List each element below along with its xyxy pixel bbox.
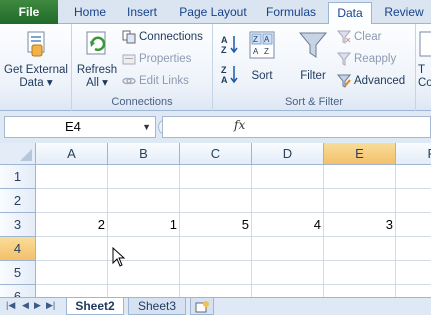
sort-filter-group-label: Sort & Filter — [284, 96, 344, 108]
properties-icon — [122, 52, 136, 66]
edit-links-label: Edit Links — [139, 75, 189, 87]
tab-data[interactable]: Data — [328, 2, 372, 25]
sheet-tab-sheet3[interactable]: Sheet3 — [128, 298, 186, 315]
row-header-5[interactable]: 5 — [0, 261, 36, 285]
filter-button[interactable]: Filter — [293, 30, 333, 83]
tab-insert[interactable]: Insert — [118, 2, 166, 24]
tab-home[interactable]: Home — [66, 2, 114, 24]
next-sheet-icon[interactable]: ▶ — [34, 300, 41, 311]
svg-text:A: A — [221, 75, 228, 84]
filter-funnel-icon — [298, 32, 328, 58]
properties-label: Properties — [139, 53, 192, 65]
svg-text:A: A — [221, 35, 228, 45]
formula-bar: E4 ▼ fx — [0, 111, 431, 143]
ribbon: Get External Data ▾ Refresh All ▾ Connec… — [0, 24, 431, 111]
reapply-label: Reapply — [354, 53, 397, 65]
cell-c3[interactable]: 5 — [180, 213, 252, 237]
column-header-a[interactable]: A — [36, 143, 108, 165]
row-header-1[interactable]: 1 — [0, 165, 36, 189]
advanced-filter-icon — [336, 74, 352, 88]
svg-text:A: A — [253, 47, 259, 56]
svg-text:Z: Z — [221, 65, 227, 75]
svg-text:Z: Z — [253, 35, 258, 44]
text-to-columns-label1: T — [418, 64, 426, 76]
properties-button[interactable]: Properties — [122, 50, 191, 68]
sheet-tab-bar: |◀ ◀ ▶ ▶| Sheet2 Sheet3 — [0, 297, 431, 315]
row-header-2[interactable]: 2 — [0, 189, 36, 213]
column-header-e[interactable]: E — [324, 143, 396, 165]
sort-label: Sort — [251, 70, 273, 82]
column-header-c[interactable]: C — [180, 143, 252, 165]
insert-function-icon[interactable]: fx — [234, 118, 245, 132]
cell-e3[interactable]: 3 — [324, 213, 396, 237]
filter-label: Filter — [300, 70, 326, 82]
connections-group-label: Connections — [111, 96, 173, 108]
svg-text:Z: Z — [221, 45, 227, 54]
link-icon — [122, 74, 136, 88]
connections-label: Connections — [139, 31, 203, 43]
name-box[interactable]: E4 ▼ — [4, 116, 156, 138]
last-sheet-icon[interactable]: ▶| — [46, 300, 55, 311]
sort-filter-group: A Z Z A Z A A Z Sort Filter Clear Reappl… — [213, 24, 416, 111]
select-all-corner[interactable] — [0, 143, 36, 165]
name-box-value: E4 — [65, 119, 81, 134]
name-box-dropdown-icon[interactable]: ▼ — [142, 117, 151, 137]
clear-button[interactable]: Clear — [336, 28, 382, 46]
connections-group: Refresh All ▾ Connections Properties Edi… — [72, 24, 213, 111]
row-header-3[interactable]: 3 — [0, 213, 36, 237]
text-to-columns-label2: Co — [418, 77, 431, 89]
text-to-columns-button[interactable]: T Co — [418, 30, 431, 90]
text-to-columns-icon — [419, 31, 431, 57]
connections-button[interactable]: Connections — [122, 28, 203, 46]
edit-links-button[interactable]: Edit Links — [122, 72, 189, 90]
insert-sheet-icon — [195, 301, 209, 313]
svg-text:A: A — [264, 35, 270, 44]
get-external-data-label1: Get External — [4, 64, 68, 76]
sort-dialog-icon: Z A A Z — [249, 31, 275, 59]
sort-z-to-a-icon: Z A — [221, 65, 238, 85]
tab-review[interactable]: Review — [378, 2, 430, 24]
get-external-data-label2: Data ▾ — [19, 77, 53, 89]
external-data-icon — [27, 31, 45, 57]
sort-ascending-button[interactable]: A Z — [221, 34, 239, 57]
clear-label: Clear — [354, 31, 382, 43]
cell-d3[interactable]: 4 — [252, 213, 324, 237]
connections-icon — [122, 30, 136, 44]
refresh-icon — [86, 31, 106, 55]
sort-descending-button[interactable]: Z A — [221, 64, 239, 87]
insert-sheet-button[interactable] — [190, 298, 214, 315]
get-external-data-button[interactable]: Get External Data ▾ — [2, 30, 70, 90]
cell-b3[interactable]: 1 — [108, 213, 180, 237]
column-header-f[interactable]: F — [396, 143, 431, 165]
mouse-cursor-icon — [112, 247, 126, 267]
svg-text:Z: Z — [264, 47, 269, 56]
prev-sheet-icon[interactable]: ◀ — [22, 300, 29, 311]
sort-button[interactable]: Z A A Z Sort — [245, 30, 279, 83]
refresh-label2: All ▾ — [86, 77, 108, 89]
cell-a3[interactable]: 2 — [36, 213, 108, 237]
sort-a-to-z-icon: A Z — [221, 35, 238, 55]
reapply-button[interactable]: Reapply — [336, 50, 397, 68]
get-external-data-group: Get External Data ▾ — [0, 24, 72, 111]
row-header-4[interactable]: 4 — [0, 237, 36, 261]
row-header-6[interactable]: 6 — [0, 285, 36, 297]
refresh-all-button[interactable]: Refresh All ▾ — [76, 30, 118, 90]
tab-formulas[interactable]: Formulas — [260, 2, 322, 24]
reapply-icon — [336, 52, 352, 66]
tab-file[interactable]: File — [0, 0, 58, 24]
worksheet-grid[interactable]: A B C D E F 1 2 3 4 5 6 2 1 5 4 3 — [0, 143, 431, 297]
tab-page-layout[interactable]: Page Layout — [172, 2, 254, 24]
ribbon-tab-bar: File Home Insert Page Layout Formulas Da… — [0, 0, 431, 25]
refresh-label1: Refresh — [76, 64, 118, 76]
column-header-b[interactable]: B — [108, 143, 180, 165]
advanced-label: Advanced — [354, 75, 406, 87]
clear-filter-icon — [336, 30, 352, 44]
formula-input[interactable] — [162, 116, 431, 138]
advanced-button[interactable]: Advanced — [336, 72, 406, 90]
column-header-d[interactable]: D — [252, 143, 324, 165]
first-sheet-icon[interactable]: |◀ — [6, 300, 15, 311]
sheet-tab-sheet2[interactable]: Sheet2 — [66, 298, 124, 315]
